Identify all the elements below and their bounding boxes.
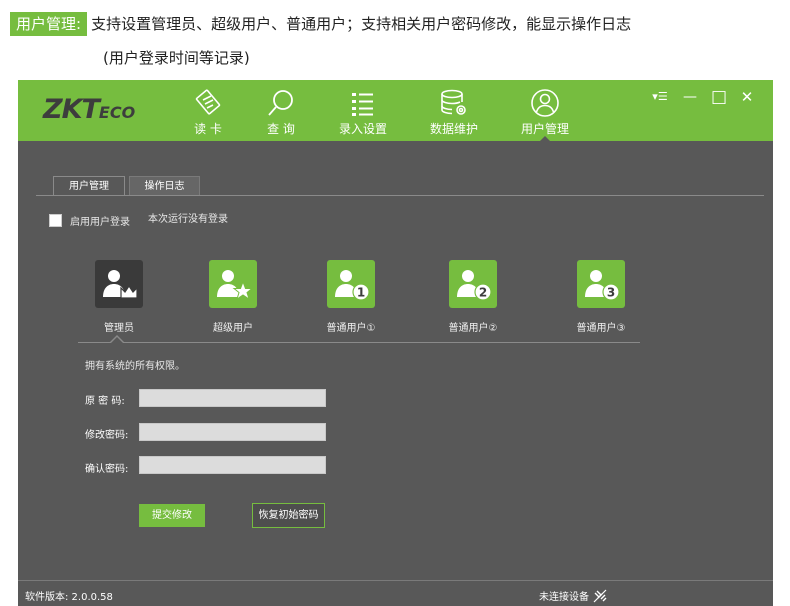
nav-label: 读 卡 [194,122,222,136]
feature-description: 支持设置管理员、超级用户、普通用户；支持相关用户密码修改，能显示操作日志 [91,15,632,33]
confirm-password-field[interactable] [139,456,326,474]
user-type-normal-2[interactable]: 2 普通用户② [418,260,528,334]
enable-login-label: 启用用户登录 [70,216,130,228]
minimize-button[interactable]: — [679,88,701,106]
user-type-label: 超级用户 [213,323,253,334]
software-version: 软件版本: 2.0.0.58 [25,592,113,603]
admin-crown-icon [103,270,138,299]
close-button[interactable]: ✕ [736,88,758,106]
nav-label: 用户管理 [520,122,569,136]
nav-data-maintenance[interactable]: 数据维护 [414,80,494,141]
enable-login-checkbox[interactable] [49,213,62,227]
user-icon [531,89,559,117]
login-status-note: 本次运行没有登录 [148,214,228,225]
disconnected-plug-icon [593,589,607,602]
nav-query[interactable]: 查 询 [241,80,321,141]
nav-label: 查 询 [267,122,295,136]
status-bar: 软件版本: 2.0.0.58 未连接设备 [18,580,773,606]
new-password-label: 修改密码: [85,430,129,441]
device-status-text: 未连接设备 [539,592,589,603]
user-type-normal-1[interactable]: 1 普通用户① [296,260,406,334]
caption-line-1: 用户管理: 支持设置管理员、超级用户、普通用户；支持相关用户密码修改，能显示操作… [10,12,631,36]
old-password-field[interactable] [139,389,326,407]
nav-label: 录入设置 [338,122,387,136]
search-icon [268,90,293,116]
old-password-label: 原 密 码: [85,396,125,407]
super-user-star-icon [217,270,252,301]
feature-description-note: (用户登录时间等记录) [103,49,250,67]
window-menu-button[interactable]: ▾☰ [649,88,671,106]
submit-changes-button[interactable]: 提交修改 [139,504,205,527]
nav-user-management[interactable]: 用户管理 [505,80,585,141]
user-type-divider [78,342,640,343]
user-type-label: 普通用户① [326,323,376,334]
nav-card-read[interactable]: 读 卡 [168,80,248,141]
tab-user-management[interactable]: 用户管理 [53,176,125,196]
user-3-icon: 3 [585,270,620,301]
list-settings-icon [352,93,373,116]
top-toolbar: ZKTECO 读 卡 查 询 录入设置 数据维护 用户管理 ▾☰ — □ ✕ [18,80,773,141]
user-type-label: 普通用户② [448,323,498,334]
svg-text:2: 2 [479,286,487,300]
permission-description: 拥有系统的所有权限。 [85,361,185,372]
reset-password-button[interactable]: 恢复初始密码 [252,503,325,528]
database-gear-icon [441,89,466,115]
app-window: ZKTECO 读 卡 查 询 录入设置 数据维护 用户管理 ▾☰ — □ ✕ 用… [18,80,773,606]
nav-entry-settings[interactable]: 录入设置 [323,80,403,141]
user-type-label: 管理员 [104,323,134,334]
user-type-admin[interactable]: 管理员 [64,260,174,334]
user-2-icon: 2 [457,270,492,301]
maximize-button[interactable]: □ [708,88,730,106]
card-reader-icon [195,89,221,115]
nav-label: 数据维护 [429,122,478,136]
feature-badge: 用户管理: [10,12,88,36]
user-type-super[interactable]: 超级用户 [178,260,288,334]
user-1-icon: 1 [335,270,370,301]
user-type-normal-3[interactable]: 3 普通用户③ [546,260,656,334]
device-status: 未连接设备 [539,588,607,603]
tab-divider [36,195,764,196]
confirm-password-label: 确认密码: [85,464,129,475]
new-password-field[interactable] [139,423,326,441]
zkteco-logo: ZKTECO [43,94,136,125]
enable-login-row: 启用用户登录 [49,213,130,228]
user-type-label: 普通用户③ [576,323,626,334]
svg-text:3: 3 [607,286,615,300]
svg-text:1: 1 [357,286,365,300]
active-nav-indicator [540,136,550,141]
tab-operation-log[interactable]: 操作日志 [129,176,200,195]
